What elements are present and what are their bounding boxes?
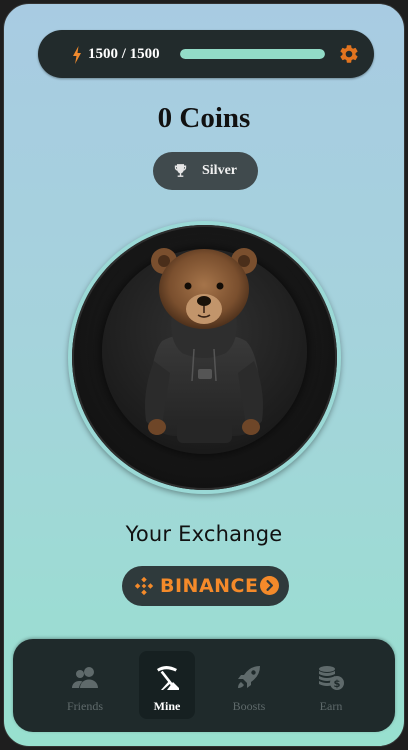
- bear-mascot-image: [145, 248, 263, 443]
- energy-count: 1500 / 1500: [88, 46, 160, 62]
- energy-progress-bar: [180, 49, 325, 59]
- nav-label-friends: Friends: [67, 699, 103, 713]
- exchange-name: BINANCE: [160, 575, 259, 597]
- nav-label-earn: Earn: [319, 699, 343, 713]
- tap-coin[interactable]: [68, 221, 341, 494]
- nav-item-earn[interactable]: $ Earn: [303, 651, 359, 719]
- bottom-nav: Friends Mine Boosts $ Earn: [13, 639, 395, 732]
- exchange-button[interactable]: BINANCE: [122, 566, 289, 606]
- nav-item-friends[interactable]: Friends: [57, 651, 113, 719]
- friends-icon: [72, 667, 98, 688]
- nav-item-boosts[interactable]: Boosts: [221, 651, 277, 719]
- nav-item-mine[interactable]: Mine: [139, 651, 195, 719]
- lightning-bolt-icon: [73, 46, 81, 64]
- rank-label: Silver: [202, 163, 237, 178]
- tap-coin-ring: [72, 225, 337, 490]
- chevron-right-icon: [260, 576, 279, 595]
- rocket-icon: [238, 666, 260, 688]
- gear-icon[interactable]: [338, 43, 360, 65]
- energy-bar: 1500 / 1500: [38, 30, 374, 78]
- svg-text:$: $: [334, 679, 341, 690]
- rank-badge[interactable]: Silver: [153, 152, 258, 190]
- nav-label-boosts: Boosts: [232, 699, 266, 713]
- app-screen: 1500 / 1500 0 Coins Silver Your Exchange…: [3, 3, 405, 747]
- energy-progress-fill: [180, 49, 325, 59]
- trophy-icon: [174, 164, 187, 177]
- exchange-title: Your Exchange: [125, 522, 283, 546]
- nav-label-mine: Mine: [153, 699, 181, 713]
- coins-stack-icon: $: [319, 666, 344, 690]
- pickaxe-icon: [157, 666, 179, 690]
- coin-balance: 0 Coins: [157, 102, 251, 134]
- binance-logo-icon: [134, 576, 154, 596]
